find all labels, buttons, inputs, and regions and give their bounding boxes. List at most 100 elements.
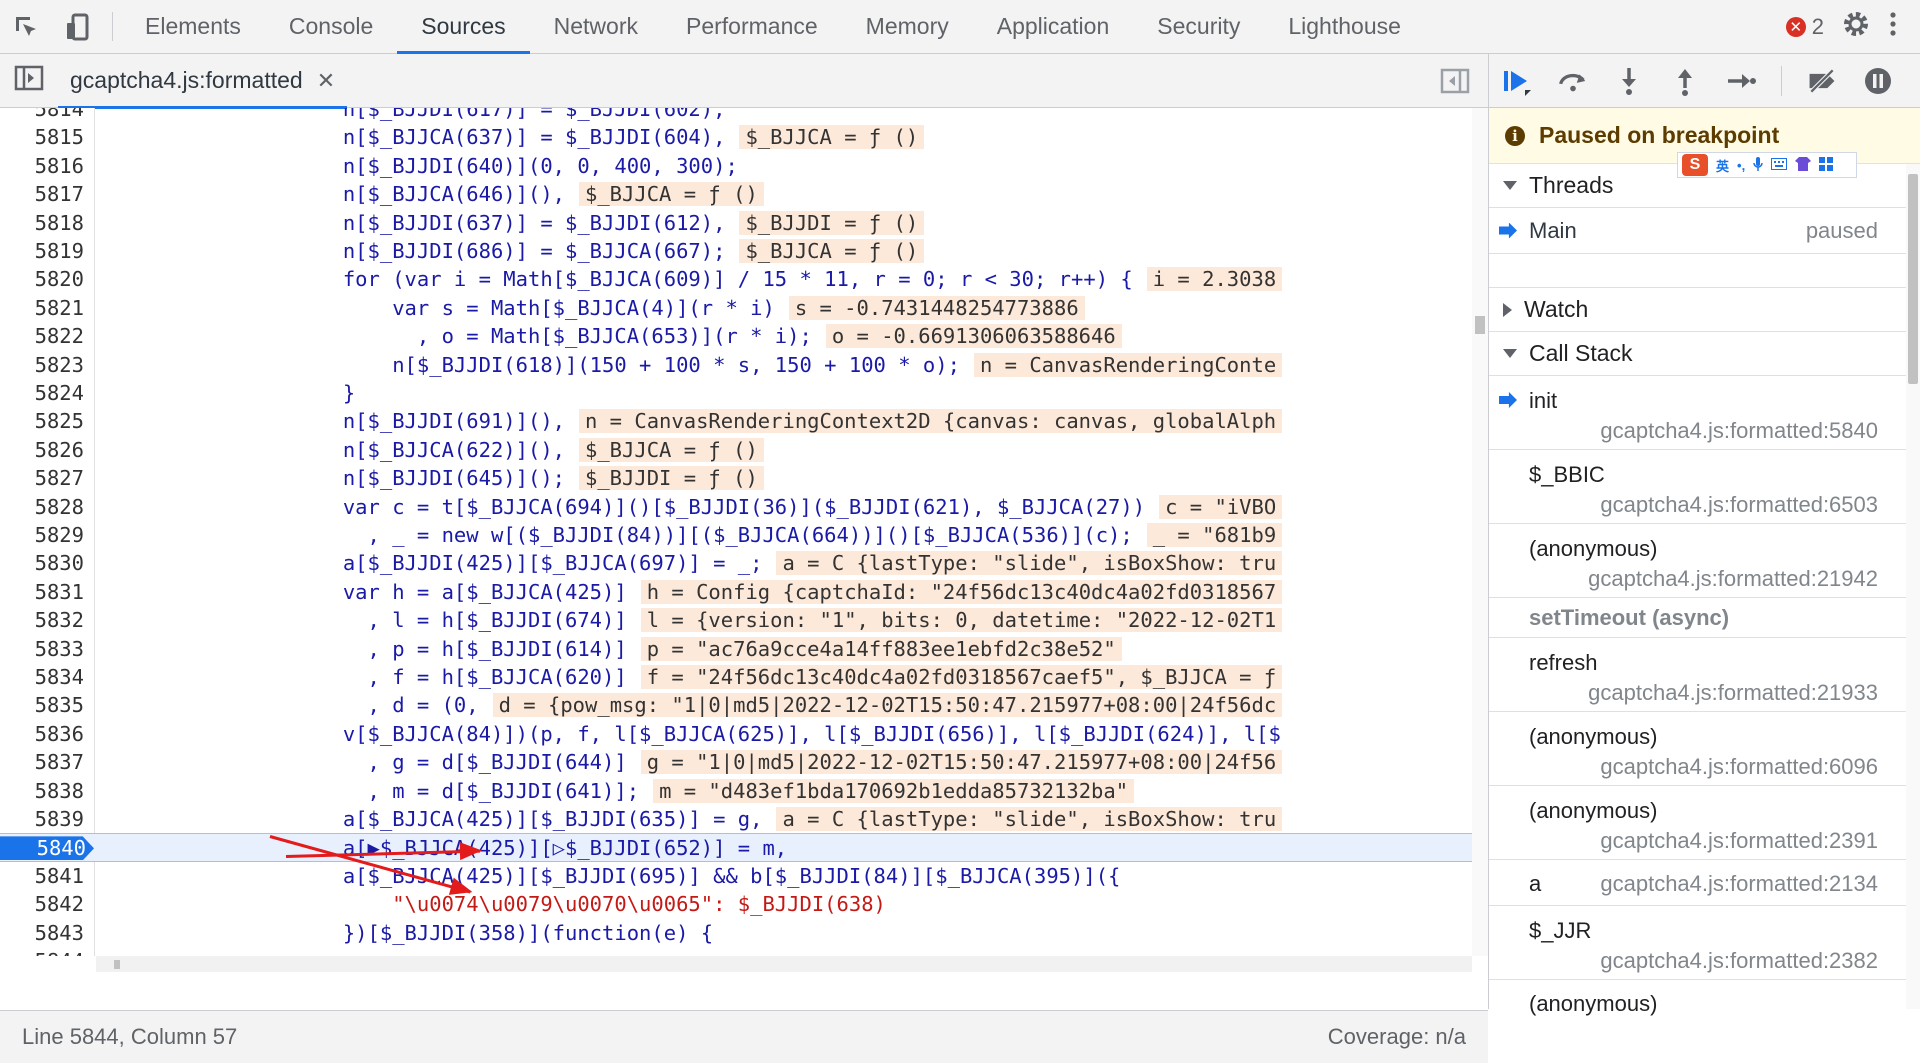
code-line[interactable]: 5814 n[$_BJJDI(617)] = $_BJJDI(602),: [0, 108, 1472, 123]
tab-lighthouse[interactable]: Lighthouse: [1264, 0, 1425, 53]
code-line[interactable]: 5833 , p = h[$_BJJDI(614)] p = "ac76a9cce…: [0, 635, 1472, 663]
line-number[interactable]: 5817: [0, 180, 86, 208]
scrollbar-thumb[interactable]: [114, 960, 120, 969]
call-frame[interactable]: (anonymous): [1489, 980, 1920, 1026]
callstack-section-header[interactable]: Call Stack: [1489, 332, 1920, 376]
code-line[interactable]: 5843 })[$_BJJDI(358)](function(e) {: [0, 919, 1472, 947]
line-number[interactable]: 5829: [0, 521, 86, 549]
deactivate-breakpoints-icon[interactable]: [1806, 65, 1838, 97]
line-number[interactable]: 5820: [0, 265, 86, 293]
frame-location[interactable]: gcaptcha4.js:formatted:6096: [1600, 754, 1878, 780]
line-number[interactable]: 5836: [0, 720, 86, 748]
line-number[interactable]: 5823: [0, 351, 86, 379]
frame-location[interactable]: gcaptcha4.js:formatted:21942: [1588, 566, 1878, 592]
line-number[interactable]: 5842: [0, 890, 86, 918]
code-line[interactable]: 5825 n[$_BJJDI(691)](), n = CanvasRenderi…: [0, 407, 1472, 435]
more-options-icon[interactable]: [1888, 10, 1898, 43]
toolbox-icon[interactable]: [1819, 156, 1834, 174]
code-line[interactable]: 5816 n[$_BJJDI(640)](0, 0, 400, 300);: [0, 152, 1472, 180]
line-number[interactable]: 5815: [0, 123, 86, 151]
line-number[interactable]: 5833: [0, 635, 86, 663]
settings-gear-icon[interactable]: [1842, 10, 1870, 43]
punctuation-icon[interactable]: •,: [1737, 158, 1745, 173]
tab-memory[interactable]: Memory: [842, 0, 973, 53]
line-number[interactable]: 5826: [0, 436, 86, 464]
keyboard-icon[interactable]: [1771, 157, 1788, 173]
tab-security[interactable]: Security: [1133, 0, 1264, 53]
editor-vertical-scrollbar[interactable]: [1472, 108, 1488, 956]
code-line[interactable]: 5837 , g = d[$_BJJDI(644)] g = "1|0|md5|2…: [0, 748, 1472, 776]
line-number[interactable]: 5839: [0, 805, 86, 833]
tab-elements[interactable]: Elements: [121, 0, 265, 53]
tab-application[interactable]: Application: [973, 0, 1134, 53]
inspect-element-icon[interactable]: [0, 0, 52, 53]
line-number[interactable]: 5814: [0, 108, 86, 123]
skin-icon[interactable]: [1795, 156, 1812, 174]
line-number[interactable]: 5834: [0, 663, 86, 691]
debugger-scrollbar[interactable]: [1906, 164, 1920, 1009]
call-frame[interactable]: $_JJR gcaptcha4.js:formatted:2382: [1489, 906, 1920, 980]
line-number[interactable]: 5832: [0, 606, 86, 634]
frame-location[interactable]: gcaptcha4.js:formatted:6503: [1600, 492, 1878, 518]
tab-performance[interactable]: Performance: [662, 0, 842, 53]
call-frame[interactable]: (anonymous) gcaptcha4.js:formatted:6096: [1489, 712, 1920, 786]
line-number[interactable]: 5822: [0, 322, 86, 350]
tab-network[interactable]: Network: [530, 0, 662, 53]
code-editor[interactable]: 5814 n[$_BJJDI(617)] = $_BJJDI(602), 5815…: [0, 108, 1488, 956]
step-icon[interactable]: [1725, 65, 1757, 97]
file-tab-gcaptcha4[interactable]: gcaptcha4.js:formatted ✕: [58, 54, 348, 109]
ime-language[interactable]: 英: [1716, 156, 1729, 175]
frame-location[interactable]: gcaptcha4.js:formatted:21933: [1588, 680, 1878, 706]
pause-on-exceptions-icon[interactable]: [1862, 65, 1894, 97]
call-frame[interactable]: (anonymous) gcaptcha4.js:formatted:2391: [1489, 786, 1920, 860]
code-line[interactable]: 5819 n[$_BJJDI(686)] = $_BJJCA(667); $_BJ…: [0, 237, 1472, 265]
line-number[interactable]: 5831: [0, 578, 86, 606]
toggle-debugger-icon[interactable]: [1440, 68, 1470, 99]
frame-location[interactable]: gcaptcha4.js:formatted:2382: [1600, 948, 1878, 974]
line-number[interactable]: 5828: [0, 493, 86, 521]
line-number[interactable]: 5825: [0, 407, 86, 435]
editor-horizontal-scrollbar[interactable]: [96, 956, 1472, 972]
line-number[interactable]: 5824: [0, 379, 86, 407]
line-number[interactable]: 5819: [0, 237, 86, 265]
step-into-icon[interactable]: [1613, 65, 1645, 97]
call-frame[interactable]: a gcaptcha4.js:formatted:2134: [1489, 860, 1920, 906]
code-line[interactable]: 5818 n[$_BJJDI(637)] = $_BJJDI(612), $_BJ…: [0, 209, 1472, 237]
resume-icon[interactable]: [1501, 65, 1533, 97]
code-line[interactable]: 5828 var c = t[$_BJJCA(694)]()[$_BJJDI(3…: [0, 493, 1472, 521]
code-line[interactable]: 5824 }: [0, 379, 1472, 407]
line-number[interactable]: 5830: [0, 549, 86, 577]
call-frame[interactable]: $_BBIC gcaptcha4.js:formatted:6503: [1489, 450, 1920, 524]
code-line[interactable]: 5831 var h = a[$_BJJCA(425)] h = Config {…: [0, 578, 1472, 606]
code-line[interactable]: 5830 a[$_BJJDI(425)][$_BJJCA(697)] = _; a…: [0, 549, 1472, 577]
code-line[interactable]: 5842 "\u0074\u0079\u0070\u0065": $_BJJDI…: [0, 890, 1472, 918]
line-number[interactable]: 5835: [0, 691, 86, 719]
tab-sources[interactable]: Sources: [397, 0, 531, 54]
line-number[interactable]: 5837: [0, 748, 86, 776]
code-line[interactable]: 5827 n[$_BJJDI(645)](); $_BJJDI = ƒ (): [0, 464, 1472, 492]
frame-location[interactable]: gcaptcha4.js:formatted:2134: [1600, 871, 1878, 897]
scrollbar-thumb[interactable]: [1908, 174, 1918, 384]
code-line[interactable]: 5821 var s = Math[$_BJJCA(4)](r * i) s = …: [0, 294, 1472, 322]
line-number[interactable]: 5838: [0, 777, 86, 805]
line-number[interactable]: 5821: [0, 294, 86, 322]
frame-location[interactable]: gcaptcha4.js:formatted:5840: [1600, 418, 1878, 444]
thread-main[interactable]: Main paused: [1489, 208, 1920, 254]
code-line[interactable]: 5832 , l = h[$_BJJDI(674)] l = {version: …: [0, 606, 1472, 634]
step-out-icon[interactable]: [1669, 65, 1701, 97]
line-number[interactable]: 5843: [0, 919, 86, 947]
code-line[interactable]: 5823 n[$_BJJDI(618)](150 + 100 * s, 150 …: [0, 351, 1472, 379]
call-frame[interactable]: refresh gcaptcha4.js:formatted:21933: [1489, 638, 1920, 712]
code-line[interactable]: 5841 a[$_BJJCA(425)][$_BJJDI(695)] && b[…: [0, 862, 1472, 890]
code-line[interactable]: 5839 a[$_BJJCA(425)][$_BJJDI(635)] = g, a…: [0, 805, 1472, 833]
error-counter[interactable]: ✕ 2: [1785, 14, 1824, 40]
microphone-icon[interactable]: [1753, 156, 1763, 174]
code-line-current[interactable]: 5840 a[▶$_BJJCA(425)][▷$_BJJDI(652)] = m…: [0, 833, 1472, 862]
coverage-status[interactable]: Coverage: n/a: [1328, 1024, 1466, 1050]
code-line[interactable]: 5815 n[$_BJJCA(637)] = $_BJJDI(604), $_BJ…: [0, 123, 1472, 151]
code-line[interactable]: 5844: [0, 947, 1472, 956]
code-line[interactable]: 5838 , m = d[$_BJJDI(641)]; m = "d483ef1b…: [0, 777, 1472, 805]
scrollbar-thumb[interactable]: [1475, 316, 1485, 334]
code-line[interactable]: 5822 , o = Math[$_BJJCA(653)](r * i); o =…: [0, 322, 1472, 350]
code-line[interactable]: 5834 , f = h[$_BJJCA(620)] f = "24f56dc13…: [0, 663, 1472, 691]
